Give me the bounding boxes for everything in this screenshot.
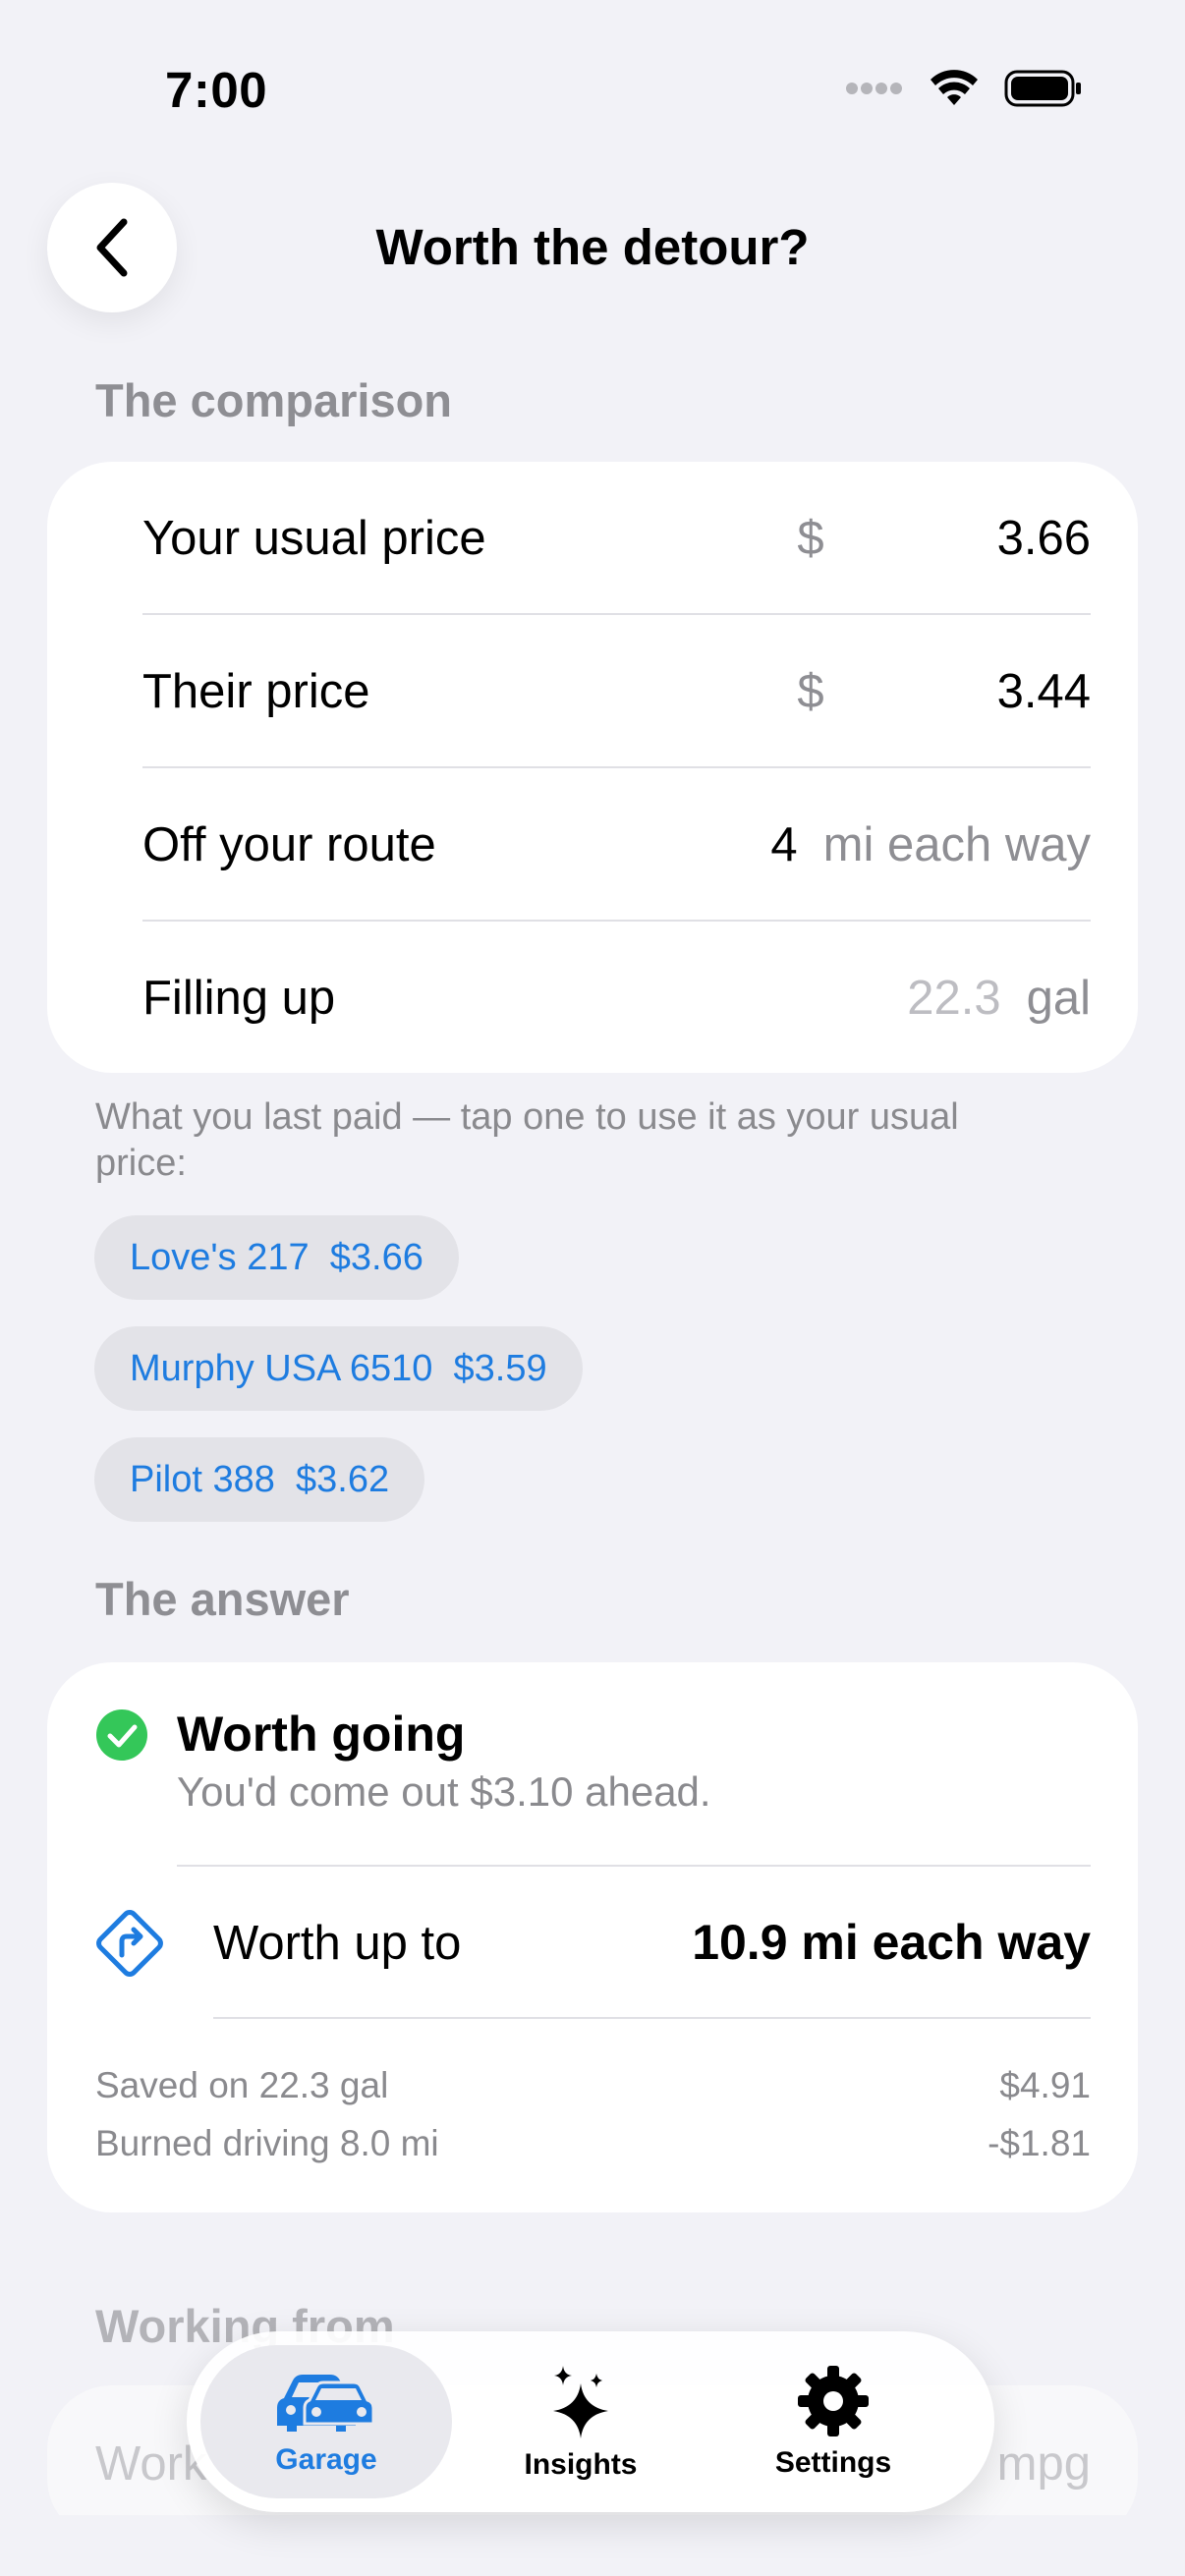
comparison-header: The comparison bbox=[95, 374, 453, 426]
answer-header: The answer bbox=[95, 1573, 350, 1625]
chip-station: Love's 217 bbox=[130, 1236, 310, 1278]
usual-price-label: Your usual price bbox=[142, 511, 486, 565]
filling-up-input[interactable]: 22.3 bbox=[907, 971, 1000, 1026]
chip-price: $3.62 bbox=[296, 1458, 390, 1500]
last-paid-chip[interactable]: Love's 217 $3.66 bbox=[94, 1215, 459, 1300]
usual-price-input[interactable]: 3.66 bbox=[997, 511, 1091, 566]
worth-up-to-label: Worth up to bbox=[213, 1917, 462, 1970]
worth-up-to-value: 10.9 mi each way bbox=[692, 1915, 1091, 1970]
tab-bar: Garage Insights Settings bbox=[187, 2331, 994, 2512]
sparkles-icon bbox=[553, 2366, 608, 2438]
wifi-icon bbox=[931, 70, 978, 105]
chip-price: $3.59 bbox=[453, 1347, 547, 1389]
off-route-row: Off your route 4 mi each way bbox=[142, 768, 1138, 921]
chip-station: Murphy USA 6510 bbox=[130, 1347, 433, 1389]
status-icons bbox=[845, 69, 1083, 108]
divider bbox=[177, 1865, 1091, 1867]
chip-station: Pilot 388 bbox=[130, 1458, 275, 1500]
tab-garage[interactable]: Garage bbox=[200, 2345, 452, 2498]
battery-icon bbox=[1004, 70, 1081, 107]
working-from-unit: mpg bbox=[996, 2437, 1091, 2491]
car-icon bbox=[277, 2375, 375, 2432]
their-price-input[interactable]: 3.44 bbox=[997, 664, 1091, 719]
off-route-label: Off your route bbox=[142, 817, 436, 871]
tab-label: Garage bbox=[275, 2443, 377, 2476]
cellular-signal-icon bbox=[846, 83, 902, 94]
tab-label: Settings bbox=[774, 2446, 892, 2479]
breakdown-label: Saved on 22.3 gal bbox=[95, 2065, 389, 2105]
usual-price-row: Your usual price $ 3.66 bbox=[142, 462, 1138, 614]
tab-settings[interactable]: Settings bbox=[707, 2345, 959, 2498]
tab-label: Insights bbox=[524, 2448, 638, 2481]
answer-card: Worth going You'd come out $3.10 ahead. … bbox=[47, 1662, 1138, 2212]
filling-up-row: Filling up 22.3 gal bbox=[142, 922, 1138, 1074]
filling-up-unit: gal bbox=[1026, 971, 1091, 1025]
turn-right-sign-icon bbox=[96, 1910, 163, 1977]
bottom-fade bbox=[0, 2515, 1185, 2576]
checkmark-circle-icon bbox=[96, 1709, 147, 1761]
tab-insights[interactable]: Insights bbox=[472, 2345, 690, 2498]
verdict-title: Worth going bbox=[177, 1707, 466, 1762]
off-route-input[interactable]: 4 bbox=[770, 817, 797, 872]
breakdown-value: $4.91 bbox=[999, 2065, 1091, 2105]
their-price-label: Their price bbox=[142, 664, 370, 718]
currency-symbol: $ bbox=[797, 511, 824, 565]
last-paid-chip[interactable]: Murphy USA 6510 $3.59 bbox=[94, 1326, 583, 1411]
off-route-unit: mi each way bbox=[822, 817, 1091, 871]
filling-up-label: Filling up bbox=[142, 971, 336, 1025]
their-price-row: Their price $ 3.44 bbox=[142, 615, 1138, 767]
verdict-detail: You'd come out $3.10 ahead. bbox=[177, 1768, 711, 1815]
comparison-card: Your usual price $ 3.66 Their price $ 3.… bbox=[47, 462, 1138, 1073]
gear-icon bbox=[798, 2366, 869, 2436]
breakdown-value: -$1.81 bbox=[988, 2123, 1091, 2163]
last-paid-chip[interactable]: Pilot 388 $3.62 bbox=[94, 1437, 425, 1522]
chip-price: $3.66 bbox=[329, 1236, 423, 1278]
page-title: Worth the detour? bbox=[375, 219, 810, 275]
breakdown-label: Burned driving 8.0 mi bbox=[95, 2123, 439, 2163]
last-paid-note: What you last paid — tap one to use it a… bbox=[95, 1096, 959, 1184]
currency-symbol: $ bbox=[797, 664, 824, 718]
status-time: 7:00 bbox=[165, 62, 268, 118]
divider bbox=[213, 2017, 1091, 2019]
